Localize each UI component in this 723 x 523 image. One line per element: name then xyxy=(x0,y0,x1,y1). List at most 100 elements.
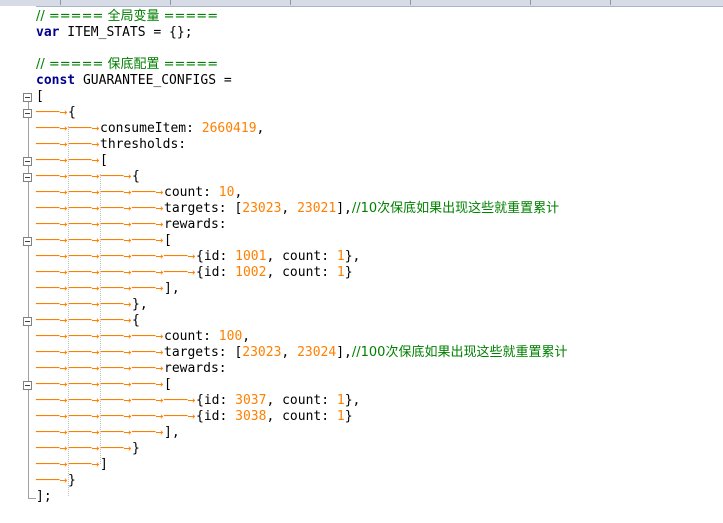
fold-toggle-icon[interactable] xyxy=(23,317,32,326)
code-number: 1001 xyxy=(235,249,267,264)
tab-arrow-glyph: ───→ xyxy=(36,249,68,264)
fold-toggle-icon[interactable] xyxy=(23,381,32,390)
code-line[interactable]: ───→───→consumeItem: 2660419, xyxy=(36,121,264,137)
code-comment: //100次保底如果出现这些就重置累计 xyxy=(351,345,568,360)
tab-arrow-glyph: ───→ xyxy=(100,233,132,248)
fold-toggle-icon[interactable] xyxy=(23,93,32,102)
code-line[interactable]: ───→───→───→───→───→{id: 3038, count: 1} xyxy=(36,409,353,425)
code-text: { xyxy=(132,313,140,328)
tab-arrow-glyph: ───→ xyxy=(100,329,132,344)
code-line[interactable]: ───→{ xyxy=(36,105,76,121)
tab[interactable] xyxy=(410,0,531,5)
tab-arrow-glyph: ───→ xyxy=(100,425,132,440)
tab-arrow-glyph: ───→ xyxy=(36,361,68,376)
code-line[interactable]: ───→───→───→}, xyxy=(36,297,148,313)
code-line[interactable]: ───→───→[ xyxy=(36,153,108,169)
code-text: { xyxy=(68,105,76,120)
tab-arrow-glyph: ───→ xyxy=(36,185,68,200)
code-line[interactable]: ]; xyxy=(36,489,52,505)
code-line[interactable]: // ===== 保底配置 ===== xyxy=(36,57,218,73)
tab-arrow-glyph: ───→ xyxy=(36,313,68,328)
tab[interactable] xyxy=(290,0,411,5)
tab-arrow-glyph: ───→ xyxy=(132,185,164,200)
tab-arrow-glyph: ───→ xyxy=(164,393,196,408)
tab-arrow-glyph: ───→ xyxy=(164,409,196,424)
code-editor[interactable]: // ===== 全局变量 ===== var ITEM_STATS = {}; /… xyxy=(36,6,723,523)
tab-arrow-glyph: ───→ xyxy=(36,217,68,232)
code-line[interactable]: const GUARANTEE_CONFIGS = xyxy=(36,73,240,89)
code-line[interactable]: ───→───→thresholds: xyxy=(36,137,194,153)
tab-arrow-glyph: ───→ xyxy=(68,201,100,216)
code-number: 3038 xyxy=(235,409,267,424)
tab-arrow-glyph: ───→ xyxy=(100,249,132,264)
tab[interactable] xyxy=(170,0,291,5)
code-number: 23023 xyxy=(242,345,282,360)
code-line[interactable]: ───→───→───→───→], xyxy=(36,425,180,441)
code-number: 23024 xyxy=(297,345,337,360)
code-line[interactable]: ───→───→] xyxy=(36,457,108,473)
code-line[interactable]: ───→───→───→───→count: 10, xyxy=(36,185,242,201)
tab-arrow-glyph: ───→ xyxy=(132,329,164,344)
code-line[interactable]: ───→───→───→───→targets: [23023, 23024],… xyxy=(36,345,567,361)
tab-arrow-glyph: ───→ xyxy=(132,217,164,232)
tab-arrow-glyph: ───→ xyxy=(164,265,196,280)
tab-arrow-glyph: ───→ xyxy=(36,425,68,440)
code-number: 23023 xyxy=(242,201,282,216)
code-line[interactable]: ───→───→───→───→───→{id: 1001, count: 1}… xyxy=(36,249,360,265)
tab-arrow-glyph: ───→ xyxy=(36,281,68,296)
tab-arrow-glyph: ───→ xyxy=(132,281,164,296)
code-line[interactable]: [ xyxy=(36,89,44,105)
code-text: {id: xyxy=(196,409,236,424)
tab-arrow-glyph: ───→ xyxy=(100,313,132,328)
code-text: rewards: xyxy=(164,217,235,232)
code-text: ], xyxy=(336,345,352,360)
code-line[interactable]: // ===== 全局变量 ===== xyxy=(36,9,218,25)
code-number: 100 xyxy=(218,329,243,344)
tab-arrow-glyph: ───→ xyxy=(132,425,164,440)
fold-end-marker xyxy=(28,498,36,499)
tab-arrow-glyph: ───→ xyxy=(36,201,68,216)
code-line[interactable]: ───→───→───→{ xyxy=(36,169,140,185)
code-comment: // ===== 保底配置 ===== xyxy=(36,57,219,72)
code-line[interactable]: ───→───→───→───→targets: [23023, 23021],… xyxy=(36,201,559,217)
tab-arrow-glyph: ───→ xyxy=(100,409,132,424)
tab-arrow-glyph: ───→ xyxy=(68,441,100,456)
tab-arrow-glyph: ───→ xyxy=(68,153,100,168)
tab-arrow-glyph: ───→ xyxy=(68,169,100,184)
code-text: , xyxy=(256,121,265,136)
code-line[interactable]: ───→───→───→───→[ xyxy=(36,233,172,249)
tab[interactable] xyxy=(0,0,61,5)
code-text: [ xyxy=(100,153,108,168)
code-line[interactable]: ───→───→───→───→[ xyxy=(36,377,172,393)
code-line[interactable]: ───→───→───→───→], xyxy=(36,281,180,297)
code-line[interactable]: ───→───→───→{ xyxy=(36,313,140,329)
code-line[interactable]: ───→───→───→───→───→{id: 1002, count: 1} xyxy=(36,265,353,281)
code-text: , count: xyxy=(266,409,337,424)
tab-arrow-glyph: ───→ xyxy=(36,105,68,120)
code-number: 3037 xyxy=(235,393,267,408)
fold-toggle-icon[interactable] xyxy=(23,237,32,246)
indent-guide xyxy=(68,126,70,496)
code-line[interactable]: var ITEM_STATS = {}; xyxy=(36,25,193,41)
code-text: { xyxy=(132,169,140,184)
fold-toggle-icon[interactable] xyxy=(23,157,32,166)
fold-toggle-icon[interactable] xyxy=(23,173,32,182)
tab[interactable] xyxy=(60,0,171,5)
tab-arrow-glyph: ───→ xyxy=(36,121,68,136)
fold-toggle-icon[interactable] xyxy=(23,109,32,118)
tab-arrow-glyph: ───→ xyxy=(100,281,132,296)
code-line[interactable]: ───→───→───→───→───→{id: 3037, count: 1}… xyxy=(36,393,360,409)
code-keyword: var xyxy=(36,25,60,40)
code-number: 1 xyxy=(336,409,345,424)
code-line[interactable]: ───→───→───→───→rewards: xyxy=(36,217,234,233)
code-text: GUARANTEE_CONFIGS = xyxy=(75,73,240,88)
code-number: 2660419 xyxy=(201,121,257,136)
tab-arrow-glyph: ───→ xyxy=(68,281,100,296)
code-line[interactable]: ───→───→───→} xyxy=(36,441,140,457)
tab-arrow-glyph: ───→ xyxy=(68,217,100,232)
code-line[interactable]: ───→───→───→───→rewards: xyxy=(36,361,234,377)
tab-arrow-glyph: ───→ xyxy=(36,329,68,344)
tab[interactable] xyxy=(530,0,611,5)
tab-arrow-glyph: ───→ xyxy=(36,393,68,408)
code-text: }, xyxy=(132,297,148,312)
